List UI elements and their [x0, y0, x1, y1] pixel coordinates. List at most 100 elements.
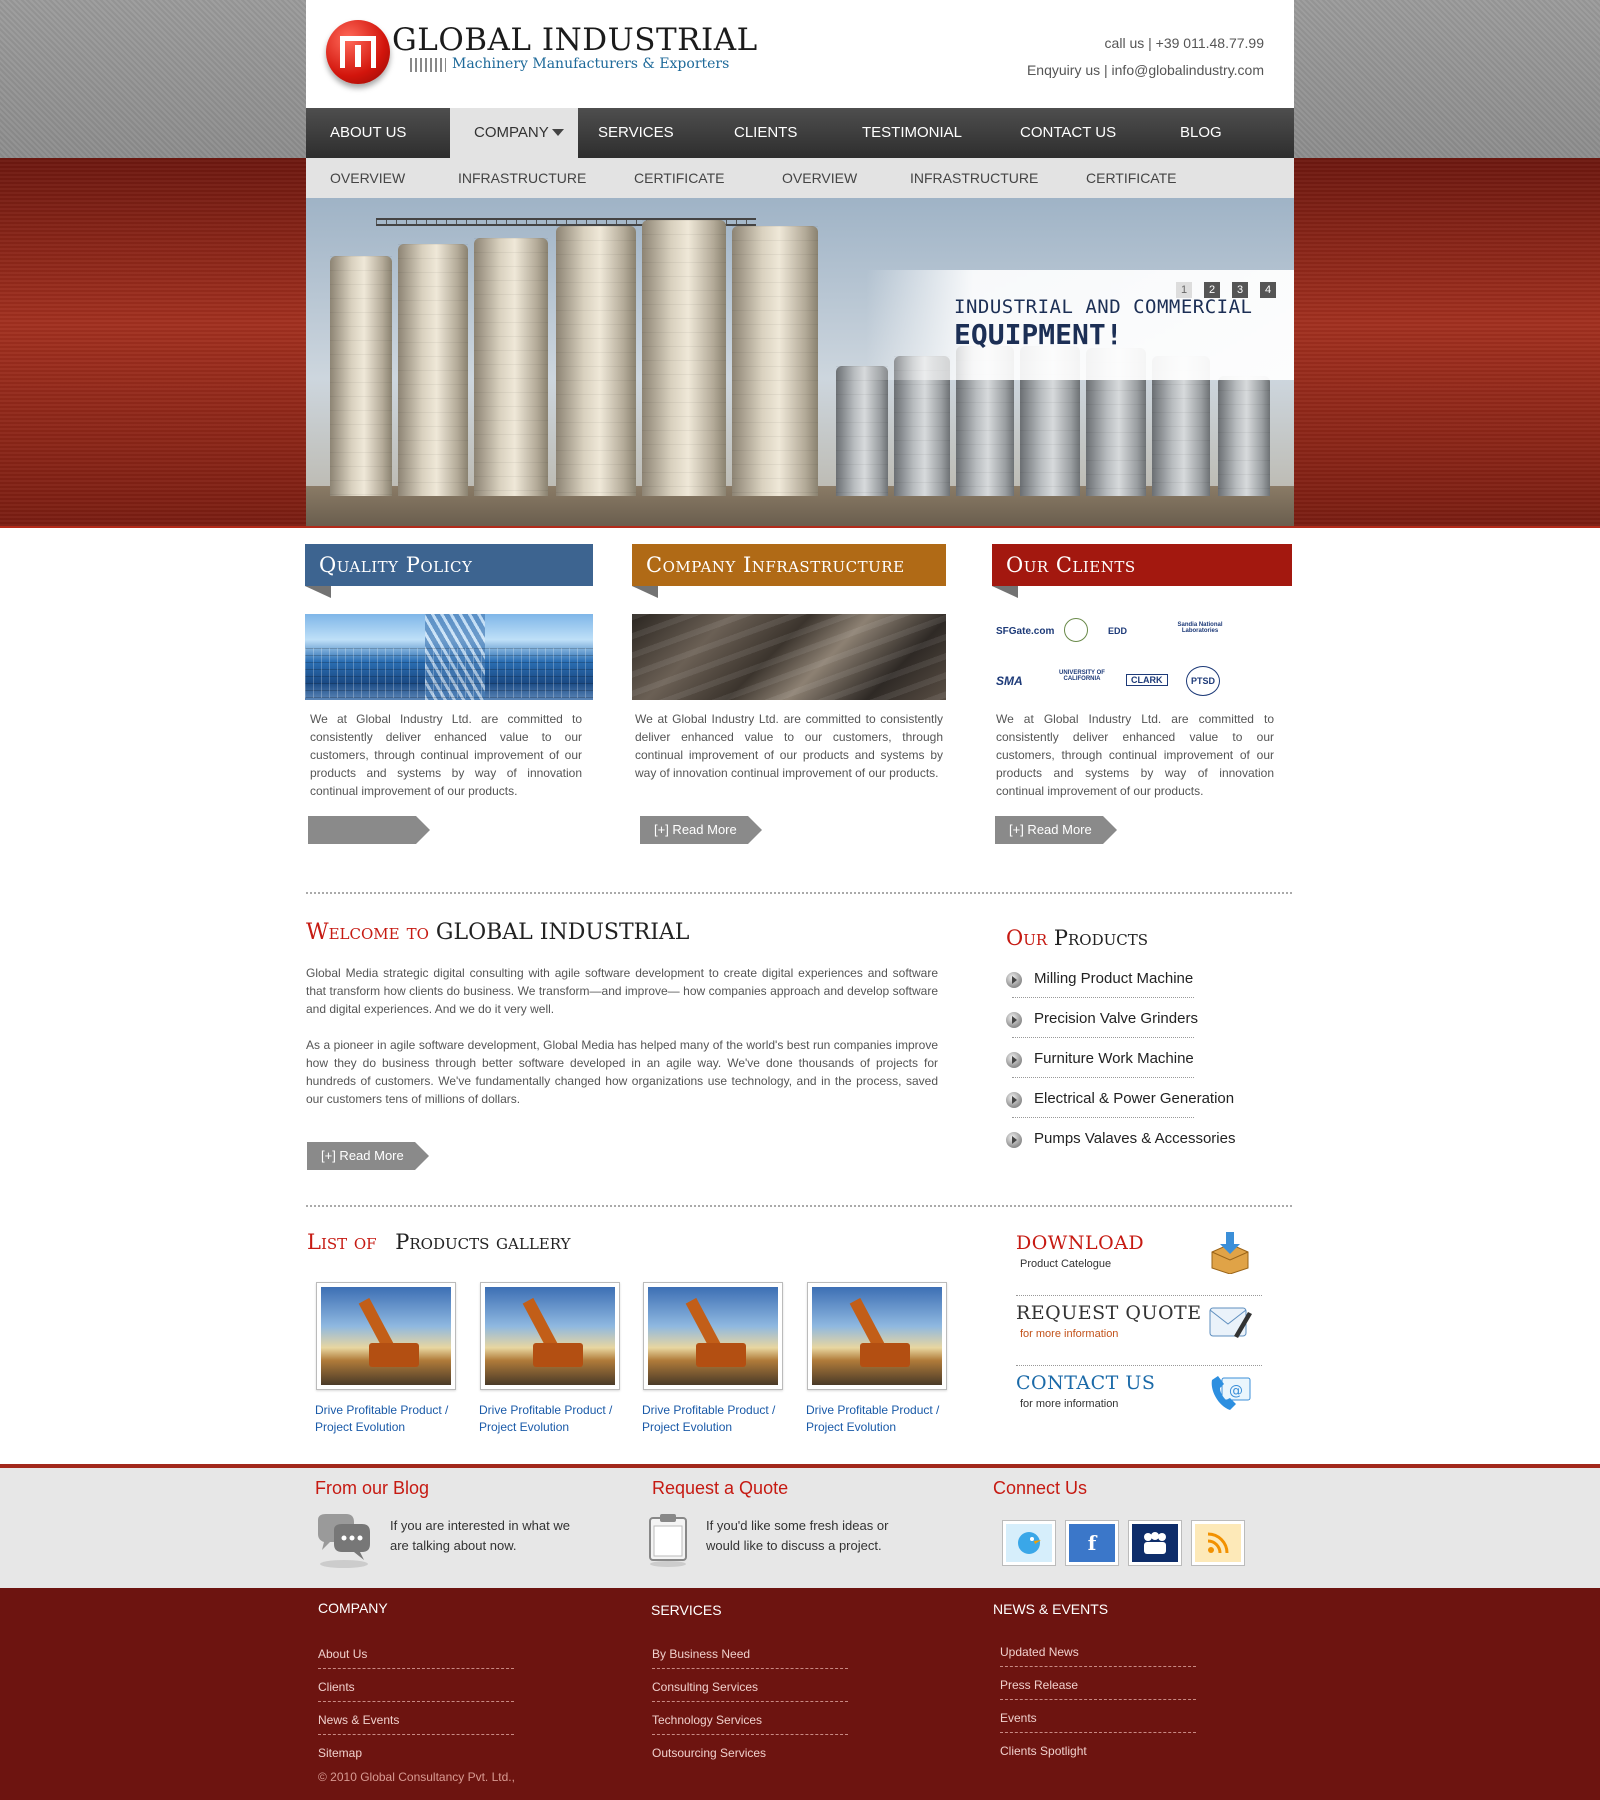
gallery-caption[interactable]: Drive Profitable Product / Project Evolut… [806, 1402, 956, 1436]
phone-mail-icon: @ [1211, 1376, 1251, 1410]
client-logo-seal-icon [1064, 618, 1088, 642]
gallery-title-red: List of [307, 1230, 377, 1254]
quote-title[interactable]: Request a Quote [652, 1478, 788, 1499]
logo-subtitle: Machinery Manufacturers & Exporters [452, 56, 730, 72]
products-title: Our Products [1006, 926, 1148, 950]
gallery-caption[interactable]: Drive Profitable Product / Project Evolut… [642, 1402, 792, 1436]
feature-quality-policy: Quality Policy We at Global Industry Ltd… [305, 544, 593, 844]
nav-company[interactable]: COMPANY [450, 108, 578, 158]
quality-policy-image [305, 614, 593, 700]
gallery-caption-line1: Drive Profitable Product / [479, 1403, 613, 1417]
twitter-icon [1006, 1524, 1052, 1562]
product-item[interactable]: Pumps Valaves & Accessories [1006, 1120, 1256, 1160]
header-enquiry[interactable]: Enqyuiry us | info@globalindustry.com [1027, 57, 1264, 84]
client-logo-ptsd: PTSD [1186, 666, 1220, 696]
arrow-bullet-icon [1006, 1132, 1022, 1148]
request-quote-subtitle: for more information [1020, 1328, 1119, 1340]
product-item[interactable]: Precision Valve Grinders [1006, 1000, 1256, 1040]
gallery-caption-line2: Project Evolution [642, 1420, 733, 1434]
welcome-title-red: Welcome to [306, 920, 429, 945]
silo-image [732, 226, 818, 496]
excavator-image [812, 1287, 942, 1385]
section-divider [306, 1205, 1292, 1207]
chevron-down-icon [552, 129, 564, 136]
myspace-button[interactable] [1128, 1520, 1182, 1566]
twitter-button[interactable] [1002, 1520, 1056, 1566]
product-item[interactable]: Furniture Work Machine [1006, 1040, 1256, 1080]
hero-pager-button[interactable]: 4 [1260, 282, 1276, 298]
subnav-infrastructure-2[interactable]: INFRASTRUCTURE [886, 158, 1062, 198]
nav-blog[interactable]: BLOG [1156, 108, 1294, 158]
nav-contact-us[interactable]: CONTACT US [996, 108, 1156, 158]
main-nav: ABOUT US COMPANY SERVICES CLIENTS TESTIM… [306, 108, 1294, 158]
contact-us-box[interactable]: CONTACT US for more information @ [1016, 1366, 1262, 1436]
products-title-red: Our [1006, 926, 1048, 950]
footer-services-list: By Business Need Consulting Services Tec… [652, 1636, 848, 1768]
footer-link[interactable]: About Us [318, 1636, 514, 1669]
nav-about-us[interactable]: ABOUT US [306, 108, 450, 158]
contact-us-title: CONTACT US [1016, 1372, 1156, 1394]
footer-link[interactable]: Updated News [1000, 1634, 1196, 1667]
arrow-bullet-icon [1006, 1052, 1022, 1068]
product-item[interactable]: Electrical & Power Generation [1006, 1080, 1256, 1120]
feature-text: We at Global Industry Ltd. are committed… [996, 712, 1274, 798]
sub-nav: OVERVIEW INFRASTRUCTURE CERTIFICATE OVER… [306, 158, 1294, 198]
nav-testimonial[interactable]: TESTIMONIAL [838, 108, 996, 158]
logo-icon[interactable] [326, 20, 390, 84]
products-list: Milling Product Machine Precision Valve … [1006, 960, 1256, 1160]
request-quote-box[interactable]: REQUEST QUOTE for more information [1016, 1296, 1262, 1366]
footer-link[interactable]: Sitemap [318, 1735, 514, 1768]
footer-link[interactable]: Technology Services [652, 1702, 848, 1735]
gallery-caption[interactable]: Drive Profitable Product / Project Evolut… [479, 1402, 629, 1436]
feature-text: We at Global Industry Ltd. are committed… [635, 712, 943, 780]
read-more-button[interactable]: [+] Read More [995, 816, 1117, 844]
footer-link[interactable]: By Business Need [652, 1636, 848, 1669]
subnav-overview-2[interactable]: OVERVIEW [758, 158, 886, 198]
footer-link[interactable]: Press Release [1000, 1667, 1196, 1700]
nav-services[interactable]: SERVICES [578, 108, 710, 158]
logo-title[interactable]: GLOBAL INDUSTRIAL [392, 22, 758, 58]
header-contact: call us | +39 011.48.77.99 Enqyuiry us |… [1027, 30, 1264, 84]
footer-link[interactable]: News & Events [318, 1702, 514, 1735]
subnav-overview[interactable]: OVERVIEW [306, 158, 434, 198]
silo-image [556, 226, 636, 496]
read-more-button[interactable]: [+] Read More [307, 1142, 429, 1170]
product-label: Electrical & Power Generation [1034, 1090, 1235, 1107]
contact-us-subtitle: for more information [1020, 1398, 1119, 1410]
silo-image [474, 238, 548, 496]
rss-button[interactable] [1191, 1520, 1245, 1566]
gallery-thumbnail[interactable] [480, 1282, 620, 1390]
section-divider [306, 892, 1292, 894]
footer-link[interactable]: Clients Spotlight [1000, 1733, 1196, 1766]
feature-title: Our Clients [992, 544, 1292, 598]
silo-image [642, 220, 726, 496]
subnav-certificate-2[interactable]: CERTIFICATE [1062, 158, 1210, 198]
blog-text: If you are interested in what we are tal… [390, 1518, 570, 1553]
clipboard-icon [649, 1514, 687, 1567]
gallery-thumbnail[interactable] [316, 1282, 456, 1390]
gallery-thumbnail[interactable] [807, 1282, 947, 1390]
welcome-paragraph: As a pioneer in agile software developme… [306, 1038, 938, 1106]
footer-link[interactable]: Clients [318, 1669, 514, 1702]
nav-company-label: COMPANY [474, 124, 549, 141]
read-more-button[interactable] [308, 816, 430, 844]
subnav-infrastructure[interactable]: INFRASTRUCTURE [434, 158, 610, 198]
blog-title[interactable]: From our Blog [315, 1478, 429, 1499]
download-box[interactable]: DOWNLOAD Product Catelogue [1016, 1226, 1262, 1296]
gallery-caption-line1: Drive Profitable Product / [806, 1403, 940, 1417]
nav-clients[interactable]: CLIENTS [710, 108, 838, 158]
footer-link[interactable]: Consulting Services [652, 1669, 848, 1702]
gallery-caption[interactable]: Drive Profitable Product / Project Evolut… [315, 1402, 465, 1436]
subnav-certificate[interactable]: CERTIFICATE [610, 158, 758, 198]
product-label: Pumps Valaves & Accessories [1034, 1130, 1236, 1147]
facebook-button[interactable]: f [1065, 1520, 1119, 1566]
gallery-caption-line2: Project Evolution [315, 1420, 406, 1434]
footer-link[interactable]: Outsourcing Services [652, 1735, 848, 1768]
gallery-caption-line1: Drive Profitable Product / [642, 1403, 776, 1417]
product-label: Furniture Work Machine [1034, 1050, 1194, 1067]
footer-link[interactable]: Events [1000, 1700, 1196, 1733]
read-more-button[interactable]: [+] Read More [640, 816, 762, 844]
feature-company-infrastructure: Company Infrastructure We at Global Indu… [632, 544, 946, 844]
product-item[interactable]: Milling Product Machine [1006, 960, 1256, 1000]
gallery-thumbnail[interactable] [643, 1282, 783, 1390]
